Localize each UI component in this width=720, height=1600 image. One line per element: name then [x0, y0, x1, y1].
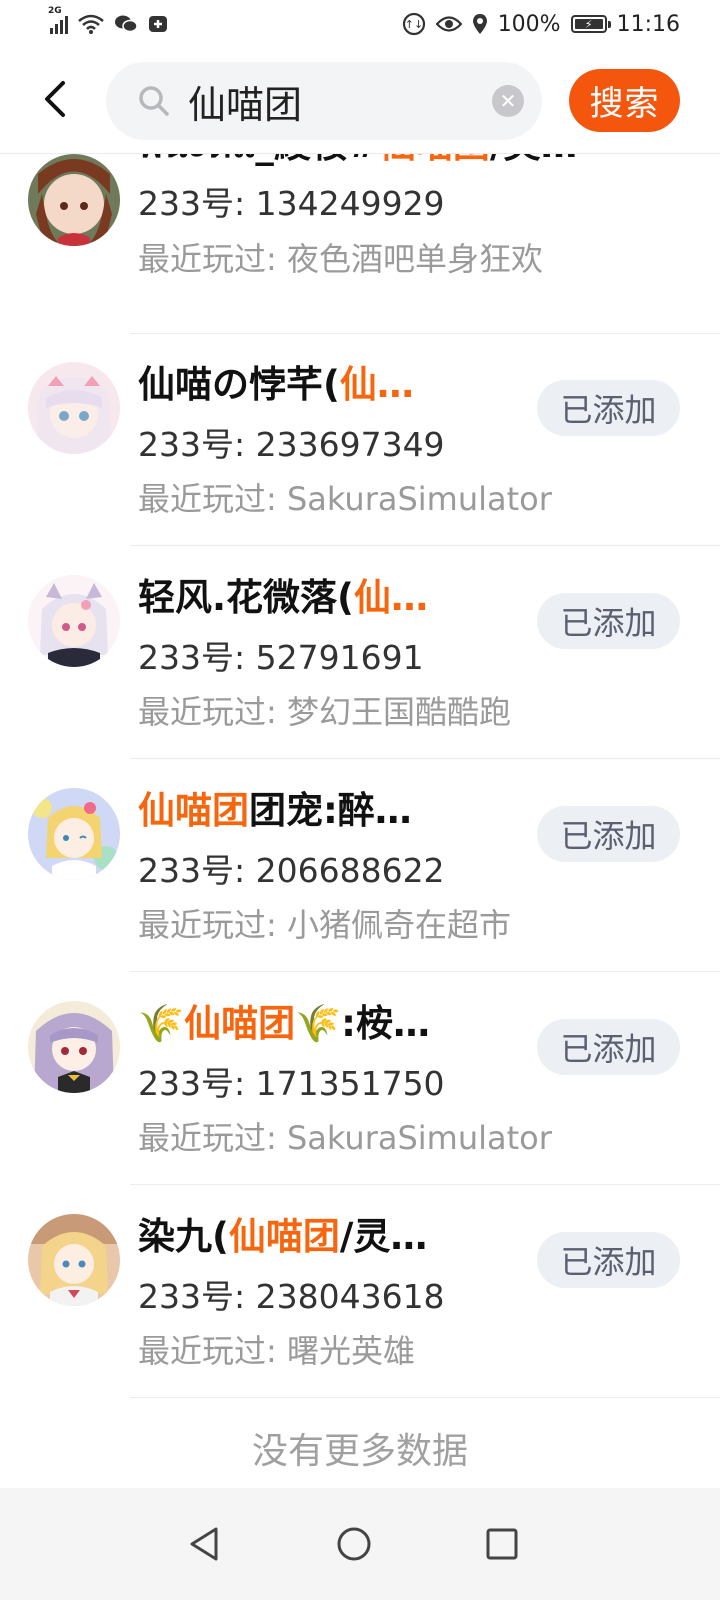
eye-icon — [435, 15, 462, 33]
recent-played: 最近玩过: 小猪佩奇在超市 — [138, 906, 511, 944]
chevron-left-icon — [45, 81, 65, 117]
search-header: ✕ 搜索 — [0, 48, 720, 154]
list-item[interactable]: พีนะตีแ_綾桜#仙喵团/灵… 233号: 134249929 最近玩过: … — [0, 154, 720, 334]
user-name: 仙喵团团宠:醉… — [138, 789, 412, 832]
clear-search-icon[interactable]: ✕ — [492, 85, 524, 117]
avatar[interactable] — [28, 1214, 120, 1306]
square-recents-icon — [486, 1528, 518, 1560]
nav-back-button[interactable] — [184, 1524, 224, 1564]
user-id: 233号: 233697349 — [138, 425, 445, 464]
wechat-icon — [114, 14, 138, 34]
avatar[interactable] — [28, 154, 120, 246]
user-name: 🌾仙喵团🌾:桉… — [138, 1002, 430, 1045]
avatar[interactable] — [28, 788, 120, 880]
user-name: 染九(仙喵团/灵… — [138, 1215, 428, 1258]
nav-home-button[interactable] — [334, 1524, 374, 1564]
user-id: 233号: 238043618 — [138, 1277, 445, 1316]
divider — [130, 758, 720, 759]
list-item[interactable]: 染九(仙喵团/灵… 233号: 238043618 最近玩过: 曙光英雄 已添加 — [0, 1186, 720, 1398]
user-id: 233号: 206688622 — [138, 851, 445, 890]
divider — [130, 971, 720, 972]
recent-played: 最近玩过: SakuraSimulator — [138, 1119, 552, 1157]
recent-played: 最近玩过: 曙光英雄 — [138, 1332, 415, 1370]
clock: 11:16 — [616, 11, 680, 37]
user-id: 233号: 134249929 — [138, 184, 445, 223]
divider — [130, 1184, 720, 1185]
wifi-icon — [78, 14, 104, 34]
location-icon — [472, 13, 488, 35]
avatar[interactable] — [28, 362, 120, 454]
user-name: 轻风.花微落(仙… — [138, 576, 428, 619]
search-button[interactable]: 搜索 — [569, 69, 680, 132]
list-item[interactable]: 轻风.花微落(仙… 233号: 52791691 最近玩过: 梦幻王国酷酷跑 已… — [0, 547, 720, 759]
added-button[interactable]: 已添加 — [537, 380, 680, 436]
battery-percent: 100% — [497, 11, 561, 37]
added-button[interactable]: 已添加 — [537, 1019, 680, 1075]
search-box[interactable]: ✕ — [106, 62, 542, 140]
notification-app-icon — [148, 14, 168, 34]
search-results-list: พีนะตีแ_綾桜#仙喵团/灵… 233号: 134249929 最近玩过: … — [0, 154, 720, 1488]
no-more-data-label: 没有更多数据 — [251, 1431, 468, 1472]
data-saver-icon: ↑↓ — [402, 12, 426, 36]
circle-home-icon — [337, 1527, 371, 1561]
list-item[interactable]: 仙喵团团宠:醉… 233号: 206688622 最近玩过: 小猪佩奇在超市 已… — [0, 760, 720, 972]
divider — [130, 545, 720, 546]
divider — [130, 1397, 720, 1398]
recent-played: 最近玩过: SakuraSimulator — [138, 480, 552, 518]
network-type: 2G — [48, 6, 62, 16]
list-item[interactable]: 🌾仙喵团🌾:桉… 233号: 171351750 最近玩过: SakuraSim… — [0, 973, 720, 1185]
user-name: พีนะตีแ_綾桜#仙喵团/灵… — [138, 154, 698, 174]
battery-icon: ⚡ — [570, 15, 611, 33]
added-button[interactable]: 已添加 — [537, 1232, 680, 1288]
search-icon — [138, 84, 172, 118]
recent-played: 最近玩过: 夜色酒吧单身狂欢 — [138, 240, 543, 278]
signal-icon: 2G — [48, 6, 68, 34]
avatar[interactable] — [28, 575, 120, 667]
svg-text:↑↓: ↑↓ — [404, 18, 422, 31]
triangle-back-icon — [190, 1527, 218, 1561]
nav-recents-button[interactable] — [482, 1524, 522, 1564]
recent-played: 最近玩过: 梦幻王国酷酷跑 — [138, 693, 511, 731]
added-button[interactable]: 已添加 — [537, 806, 680, 862]
avatar[interactable] — [28, 1001, 120, 1093]
search-input[interactable] — [188, 79, 492, 123]
system-navigation-bar — [0, 1488, 720, 1600]
status-bar: 2G ↑↓ 100% ⚡ 11:16 — [0, 0, 720, 48]
added-button[interactable]: 已添加 — [537, 593, 680, 649]
user-id: 233号: 52791691 — [138, 638, 424, 677]
back-button[interactable] — [30, 74, 80, 124]
user-id: 233号: 171351750 — [138, 1064, 445, 1103]
user-name: 仙喵の悖芊(仙… — [138, 363, 414, 406]
list-item[interactable]: 仙喵の悖芊(仙… 233号: 233697349 最近玩过: SakuraSim… — [0, 334, 720, 546]
